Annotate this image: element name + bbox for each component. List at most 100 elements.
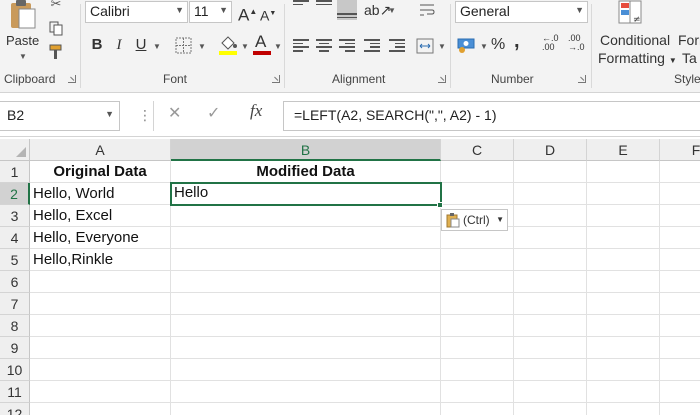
column-header-d[interactable]: D — [514, 139, 587, 161]
formula-input[interactable]: =LEFT(A2, SEARCH(",", A2) - 1) — [283, 101, 700, 131]
wrap-text-icon[interactable] — [418, 2, 436, 18]
conditional-formatting-label[interactable]: Conditional — [600, 32, 670, 48]
grid-cell[interactable] — [30, 315, 171, 337]
borders-icon[interactable] — [175, 37, 192, 54]
row-header-2[interactable]: 2 — [0, 183, 30, 205]
paste-button[interactable]: Paste — [6, 33, 39, 48]
column-header-c[interactable]: C — [441, 139, 514, 161]
percent-button[interactable]: % — [491, 35, 505, 55]
column-header-f[interactable]: F — [660, 139, 700, 161]
row-header-11[interactable]: 11 — [0, 381, 30, 403]
shrink-font-button[interactable]: A▼ — [260, 4, 276, 26]
grid-cell[interactable] — [171, 205, 441, 227]
paste-options-button[interactable]: (Ctrl) ▼ — [441, 209, 508, 231]
grid-cell[interactable] — [660, 315, 700, 337]
orientation-dropdown-icon[interactable]: ▼ — [388, 6, 396, 15]
merge-center-icon[interactable] — [416, 37, 434, 55]
grid-cell[interactable] — [171, 337, 441, 359]
row-header-5[interactable]: 5 — [0, 249, 30, 271]
increase-decimal-button[interactable]: ←.0 .00 — [542, 34, 559, 52]
grid-cell[interactable] — [514, 381, 587, 403]
grid-cell[interactable] — [660, 293, 700, 315]
currency-dropdown-icon[interactable]: ▼ — [480, 42, 488, 51]
fill-color-icon[interactable] — [218, 34, 238, 56]
grid-cell[interactable] — [514, 293, 587, 315]
grid-cell[interactable] — [30, 359, 171, 381]
grid-cell[interactable] — [514, 403, 587, 415]
underline-dropdown-icon[interactable]: ▼ — [153, 42, 161, 51]
grid-cell[interactable] — [30, 293, 171, 315]
cell-a4[interactable]: Hello, Everyone — [30, 227, 171, 249]
grid-cell[interactable] — [514, 359, 587, 381]
grid-cell[interactable] — [441, 315, 514, 337]
grid-cell[interactable] — [30, 337, 171, 359]
row-header-3[interactable]: 3 — [0, 205, 30, 227]
number-format-select[interactable]: General ▼ — [455, 1, 588, 23]
row-header-1[interactable]: 1 — [0, 161, 30, 183]
grid-cell[interactable] — [514, 227, 587, 249]
grid-cell[interactable] — [514, 205, 587, 227]
grid-cell[interactable] — [441, 183, 514, 205]
borders-dropdown-icon[interactable]: ▼ — [198, 42, 206, 51]
grid-cell[interactable] — [660, 359, 700, 381]
grid-cell[interactable] — [660, 227, 700, 249]
grid-cell[interactable] — [514, 161, 587, 183]
resize-handle-icon[interactable]: ⋮ — [138, 107, 152, 124]
grid-cell[interactable] — [587, 359, 660, 381]
grid-cell[interactable] — [441, 337, 514, 359]
column-header-b[interactable]: B — [171, 139, 441, 161]
grid-cell[interactable] — [587, 183, 660, 205]
grid-cell[interactable] — [514, 315, 587, 337]
grid-cell[interactable] — [587, 205, 660, 227]
align-left-icon[interactable] — [293, 39, 309, 53]
grid-cell[interactable] — [171, 359, 441, 381]
comma-button[interactable]: , — [514, 31, 520, 51]
font-name-select[interactable]: Calibri ▼ — [85, 1, 188, 23]
grid-cell[interactable] — [660, 183, 700, 205]
conditional-formatting-label-2[interactable]: Formatting ▼ — [598, 50, 677, 66]
grid-cell[interactable] — [441, 249, 514, 271]
fill-handle[interactable] — [437, 202, 443, 208]
grid-cell[interactable] — [587, 293, 660, 315]
grid-cell[interactable] — [171, 381, 441, 403]
grid-cell[interactable] — [587, 271, 660, 293]
row-header-4[interactable]: 4 — [0, 227, 30, 249]
font-color-dropdown-icon[interactable]: ▼ — [274, 42, 282, 51]
column-header-a[interactable]: A — [30, 139, 171, 161]
font-color-icon[interactable]: A — [253, 32, 271, 56]
font-size-select[interactable]: 11 ▼ — [189, 1, 232, 23]
paste-icon[interactable] — [8, 0, 38, 30]
grid-cell[interactable] — [171, 293, 441, 315]
conditional-formatting-icon[interactable]: ≠ — [618, 0, 644, 28]
insert-function-icon[interactable]: fx — [250, 101, 262, 121]
align-bottom-icon[interactable] — [337, 0, 357, 20]
grid-cell[interactable] — [587, 249, 660, 271]
grid-cell[interactable] — [441, 403, 514, 415]
merge-dropdown-icon[interactable]: ▼ — [438, 42, 446, 51]
grid-cell[interactable] — [587, 227, 660, 249]
grid-cell[interactable] — [30, 271, 171, 293]
fill-color-dropdown-icon[interactable]: ▼ — [241, 42, 249, 51]
row-header-7[interactable]: 7 — [0, 293, 30, 315]
grid-cell[interactable] — [171, 315, 441, 337]
currency-icon[interactable] — [457, 36, 477, 54]
format-as-table-label-2[interactable]: Ta — [682, 50, 697, 66]
cell-a3[interactable]: Hello, Excel — [30, 205, 171, 227]
grid-cell[interactable] — [514, 249, 587, 271]
align-right-icon[interactable] — [339, 39, 355, 53]
decrease-indent-icon[interactable] — [364, 39, 380, 53]
font-launcher-icon[interactable] — [272, 75, 280, 83]
grid-cell[interactable] — [171, 271, 441, 293]
decrease-decimal-button[interactable]: .00 →.0 — [568, 34, 585, 52]
cell-a5[interactable]: Hello,Rinkle — [30, 249, 171, 271]
name-box[interactable]: B2 ▼ — [0, 101, 120, 131]
grid-cell[interactable] — [660, 271, 700, 293]
row-header-8[interactable]: 8 — [0, 315, 30, 337]
grid-cell[interactable] — [660, 161, 700, 183]
align-middle-icon[interactable] — [316, 0, 332, 14]
grid-cell[interactable] — [30, 381, 171, 403]
row-header-6[interactable]: 6 — [0, 271, 30, 293]
grid-cell[interactable] — [441, 293, 514, 315]
grid-cell[interactable] — [441, 161, 514, 183]
copy-icon[interactable] — [48, 20, 64, 36]
